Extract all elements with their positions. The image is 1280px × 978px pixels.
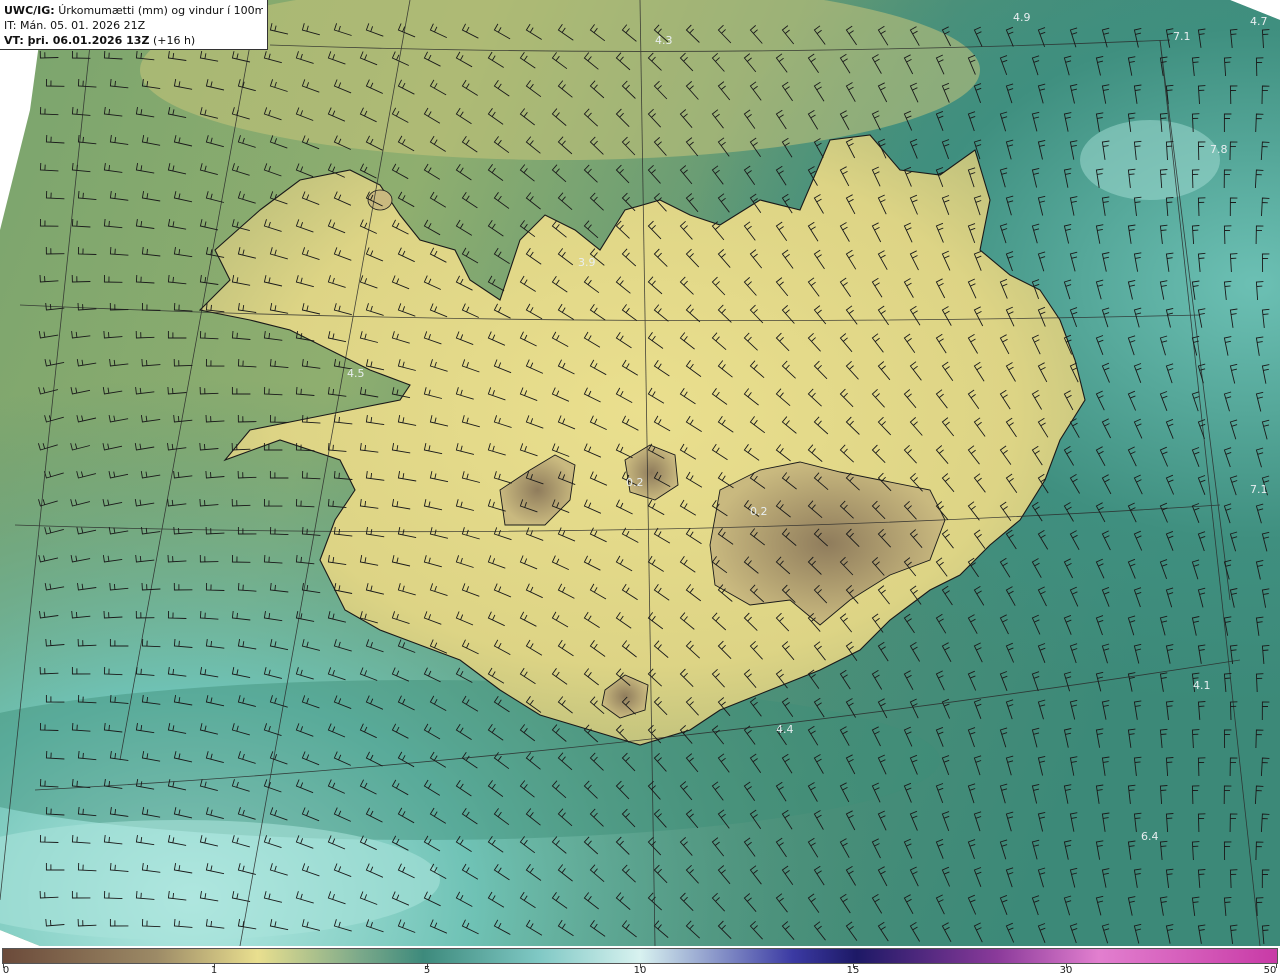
colorbar-tick-label: 30: [1059, 965, 1073, 976]
value-label: 0.2: [626, 476, 644, 489]
colorbar-tick-label: 15: [846, 965, 860, 976]
product-description: Úrkomumætti (mm) og vindur í 100m hæð: [58, 4, 263, 17]
value-label: 7.1: [1173, 30, 1191, 43]
init-time-value: Mán. 05. 01. 2026 21Z: [19, 19, 146, 32]
precipitation-wind-map: 4.9 4.7 7.1 4.3 7.8 3.9 4.5 0.2 0.2 7.1 …: [0, 0, 1280, 946]
valid-time-line: VT: þri. 06.01.2026 13Z (+16 h): [4, 33, 263, 48]
value-label: 4.9: [1013, 11, 1031, 24]
value-label: 4.7: [1250, 15, 1268, 28]
product-name: UWC/IG:: [4, 4, 55, 17]
value-label: 4.1: [1193, 679, 1211, 692]
value-label: 7.1: [1250, 483, 1268, 496]
colorbar-tick-label: 10: [633, 965, 647, 976]
colorbar-strip: [2, 948, 1278, 964]
colorbar-tick-label: 5: [423, 965, 431, 976]
colorbar: 0 1 5 10 15 30 50: [0, 946, 1280, 978]
value-label: 4.5: [347, 367, 365, 380]
colorbar-tick-label: 50: [1263, 965, 1277, 976]
value-label: 7.8: [1210, 143, 1228, 156]
colorbar-tick-label: 0: [2, 965, 10, 976]
value-label: 4.3: [655, 34, 673, 47]
map-info-box: UWC/IG: Úrkomumætti (mm) og vindur í 100…: [0, 0, 268, 50]
init-time-label: IT:: [4, 19, 17, 32]
value-label: 0.2: [750, 505, 768, 518]
init-time-line: IT: Mán. 05. 01. 2026 21Z: [4, 18, 263, 33]
value-label: 6.4: [1141, 830, 1159, 843]
valid-time: VT: þri. 06.01.2026 13Z: [4, 34, 150, 47]
value-label: 3.9: [578, 256, 596, 269]
lead-time: (+16 h): [152, 34, 196, 47]
value-label: 4.4: [776, 723, 794, 736]
colorbar-tick-label: 1: [210, 965, 218, 976]
header-title-line: UWC/IG: Úrkomumætti (mm) og vindur í 100…: [4, 3, 263, 18]
